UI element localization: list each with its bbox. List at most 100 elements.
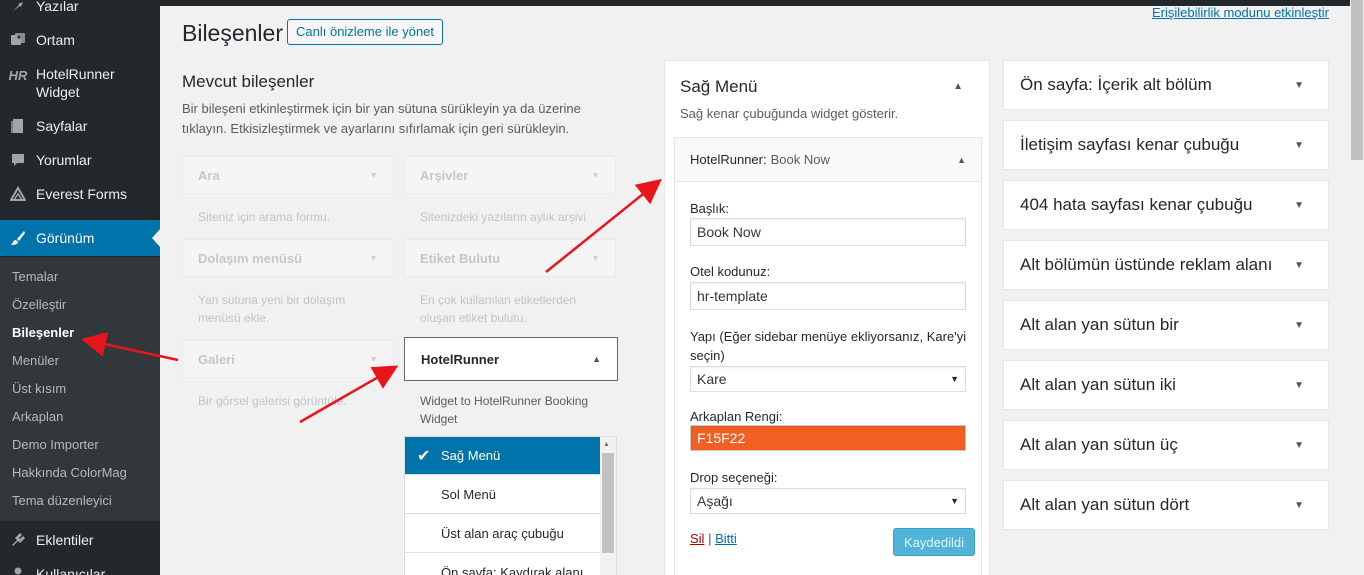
select-value: Kare [697, 371, 727, 387]
save-button[interactable]: Kaydedildi [893, 528, 975, 556]
chooser-item[interactable]: ✔ Sağ Menü [405, 437, 601, 475]
widget-search[interactable]: Ara ▼ [182, 156, 394, 194]
sidebar-item-pages[interactable]: Sayfalar [0, 116, 160, 136]
sidebar-title: Alt alan yan sütun üç [1020, 435, 1178, 454]
sidebar-item-label: Eklentiler [36, 532, 94, 548]
chooser-scrollbar[interactable]: ▲ [600, 437, 616, 575]
sidebar-item-label: Kullanıcılar [36, 566, 106, 575]
page-scroll-thumb[interactable] [1351, 0, 1363, 160]
sidebar-item-appearance[interactable]: Görünüm [0, 220, 160, 256]
live-preview-button[interactable]: Canlı önizleme ile yönet [287, 19, 444, 45]
pages-icon [0, 118, 36, 134]
widget-control-links: Sil | Bitti [690, 531, 737, 546]
sidebar-item-label: Görünüm [36, 230, 95, 246]
submenu-item-customize[interactable]: Özelleştir [12, 297, 66, 312]
accessibility-mode-link[interactable]: Erişilebilirlik modunu etkinleştir [1152, 5, 1329, 20]
available-widgets-description: Bir bileşeni etkinleştirmek için bir yan… [182, 101, 581, 136]
caret-down-icon: ▼ [1294, 259, 1304, 271]
sidebar-item-label: Sayfalar [36, 118, 88, 134]
chooser-item-label: Ön sayfa: Kaydırak alanı [441, 565, 584, 575]
caret-up-icon: ▲ [592, 354, 601, 364]
widget-title: HotelRunner [421, 351, 499, 367]
submenu-item-header[interactable]: Üst kısım [12, 381, 66, 396]
caret-down-icon: ▼ [1294, 379, 1304, 391]
widget-tag-cloud[interactable]: Etiket Bulutu ▼ [404, 239, 616, 277]
widget-nav-menu[interactable]: Dolaşım menüsü ▼ [182, 239, 394, 277]
caret-down-icon: ▼ [1294, 199, 1304, 211]
sidebar-item-everest-forms[interactable]: Everest Forms [0, 184, 160, 204]
page-scrollbar[interactable] [1350, 0, 1364, 575]
brush-icon [0, 230, 36, 246]
sidebar-footer-four[interactable]: Alt alan yan sütun dört ▼ [1003, 480, 1329, 530]
widget-name: HotelRunner: [690, 152, 767, 167]
scroll-up-icon[interactable]: ▲ [603, 441, 610, 448]
sidebar-item-plugins[interactable]: Eklentiler [0, 530, 160, 550]
chooser-item-label: Sağ Menü [441, 448, 501, 463]
sidebar-item-posts[interactable]: Yazılar [0, 0, 160, 18]
caret-down-icon: ▼ [369, 170, 378, 180]
caret-up-icon: ▲ [957, 154, 966, 165]
plugin-icon [0, 532, 36, 548]
widget-description: Widget to HotelRunner Booking Widget [420, 394, 589, 426]
widget-description: En çok kullanılan etiketlerden oluşan et… [420, 293, 577, 325]
widget-description: Siteniz için arama formu. [198, 210, 331, 224]
widget-archives[interactable]: Arşivler ▼ [404, 156, 616, 194]
sidebar-item-hotelrunner[interactable]: HR HotelRunner Widget [0, 64, 160, 102]
sidebar-item-media[interactable]: Ortam [0, 30, 160, 50]
yapi-select[interactable]: Kare ▼ [690, 366, 966, 392]
sidebar-item-comments[interactable]: Yorumlar [0, 150, 160, 170]
submenu-item-demo-importer[interactable]: Demo Importer [12, 437, 99, 452]
submenu-item-background[interactable]: Arkaplan [12, 409, 63, 424]
sidebar-item-users[interactable]: Kullanıcılar [0, 564, 160, 575]
sidebar-title: 404 hata sayfası kenar çubuğu [1020, 195, 1253, 214]
chooser-scroll-thumb[interactable] [602, 453, 614, 553]
sidebar-front-content-bottom[interactable]: Ön sayfa: İçerik alt bölüm ▼ [1003, 60, 1329, 110]
otel-code-input[interactable]: hr-template [690, 282, 966, 310]
sidebar-item-label: HotelRunner Widget [36, 66, 115, 100]
submenu-item-theme-editor[interactable]: Tema düzenleyici [12, 493, 112, 508]
sidebar-above-footer-ad[interactable]: Alt bölümün üstünde reklam alanı ▼ [1003, 240, 1329, 290]
widget-description: Yan sütuna yeni bir dolaşım menüsü ekle. [198, 293, 346, 325]
sidebar-title: İletişim sayfası kenar çubuğu [1020, 135, 1240, 154]
chooser-item[interactable]: Ön sayfa: Kaydırak alanı [405, 554, 601, 575]
chooser-item[interactable]: Üst alan araç çubuğu [405, 515, 601, 553]
background-color-input[interactable]: F15F22 [690, 425, 966, 451]
widget-description: Bir görsel galerisi görüntüle. [198, 394, 347, 408]
done-link[interactable]: Bitti [715, 531, 737, 546]
delete-link[interactable]: Sil [690, 531, 704, 546]
media-icon [0, 32, 36, 48]
caret-down-icon: ▼ [591, 170, 600, 180]
widget-instance-title: Book Now [770, 152, 830, 167]
sidebar-title[interactable]: Sağ Menü [680, 77, 758, 97]
sidebar-footer-one[interactable]: Alt alan yan sütun bir ▼ [1003, 300, 1329, 350]
sidebar-footer-three[interactable]: Alt alan yan sütun üç ▼ [1003, 420, 1329, 470]
sidebar-item-label: Yorumlar [36, 152, 92, 168]
baslik-label: Başlık: [690, 201, 730, 216]
submenu-item-about-colormag[interactable]: Hakkında ColorMag [12, 465, 127, 480]
sidebar-404-page[interactable]: 404 hata sayfası kenar çubuğu ▼ [1003, 180, 1329, 230]
select-value: Aşağı [697, 493, 733, 509]
widget-hotelrunner[interactable]: HotelRunner ▲ [404, 337, 618, 381]
caret-up-icon[interactable]: ▲ [953, 81, 963, 92]
page-title: Bileşenler [182, 20, 283, 46]
submenu-item-widgets[interactable]: Bileşenler [12, 325, 74, 340]
chooser-item[interactable]: Sol Menü [405, 476, 601, 514]
widget-description: Sitenizdeki yazıların aylık arşivi [420, 210, 587, 224]
sidebar-contact-page[interactable]: İletişim sayfası kenar çubuğu ▼ [1003, 120, 1329, 170]
sidebar-title: Alt alan yan sütun dört [1020, 495, 1190, 514]
baslik-input[interactable]: Book Now [690, 218, 966, 246]
submenu-item-themes[interactable]: Temalar [12, 269, 58, 284]
widget-title: Ara [198, 167, 220, 183]
active-menu-pointer [152, 229, 160, 247]
chooser-item-label: Üst alan araç çubuğu [441, 526, 564, 541]
pin-icon [0, 0, 36, 14]
drop-option-select[interactable]: Aşağı ▼ [690, 488, 966, 514]
widget-gallery[interactable]: Galeri ▼ [182, 340, 394, 378]
caret-down-icon: ▼ [1294, 319, 1304, 331]
widget-header[interactable]: HotelRunner: Book Now ▲ [675, 138, 981, 182]
submenu-item-menus[interactable]: Menüler [12, 353, 59, 368]
caret-down-icon: ▼ [1294, 79, 1304, 91]
users-icon [0, 566, 36, 575]
sidebar-right-menu: Sağ Menü ▲ Sağ kenar çubuğunda widget gö… [664, 60, 990, 575]
sidebar-footer-two[interactable]: Alt alan yan sütun iki ▼ [1003, 360, 1329, 410]
